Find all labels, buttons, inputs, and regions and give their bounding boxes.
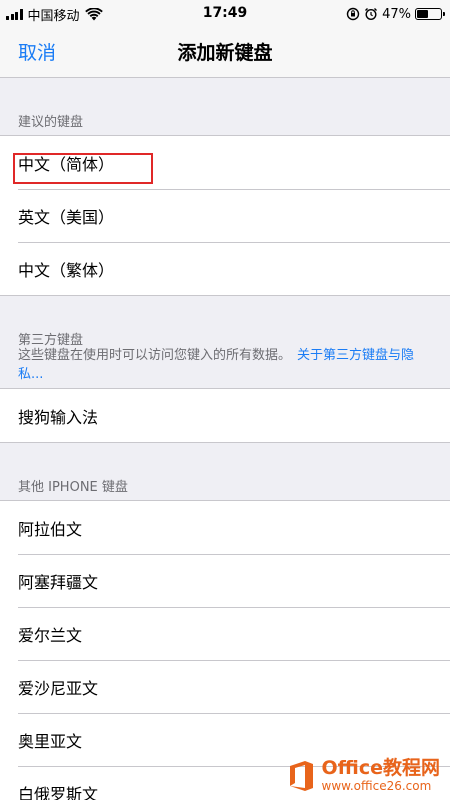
watermark: Office教程网 www.office26.com (286, 757, 441, 793)
cancel-button[interactable]: 取消 (18, 38, 56, 65)
list-third-party: 搜狗输入法 (0, 388, 450, 443)
alarm-icon (365, 8, 378, 21)
section-header-other: 其他 IPHONE 键盘 (18, 480, 128, 495)
third-party-description: 这些键盘在使用时可以访问您键入的所有数据。 关于第三方键盘与隐私... (18, 346, 438, 384)
keyboard-row-irish[interactable]: 爱尔兰文 (0, 607, 450, 660)
keyboard-row-chinese-traditional[interactable]: 中文（繁体） (0, 242, 450, 295)
keyboard-row-estonian[interactable]: 爱沙尼亚文 (0, 660, 450, 713)
battery-fill (417, 10, 428, 18)
status-bar: 中国移动 17:49 47% (0, 0, 450, 28)
keyboard-row-english-us[interactable]: 英文（美国） (0, 189, 450, 242)
orientation-lock-icon (346, 7, 360, 21)
battery-percent: 47% (382, 6, 411, 22)
nav-bar: 取消 添加新键盘 (0, 28, 450, 78)
screen: 中国移动 17:49 47% 取消 添加新键盘 建议的键盘 中文（简体） 英文（… (0, 0, 450, 800)
page-title: 添加新键盘 (177, 42, 273, 64)
list-suggested: 中文（简体） 英文（美国） 中文（繁体） (0, 135, 450, 296)
third-party-note: 这些键盘在使用时可以访问您键入的所有数据。 (18, 348, 292, 363)
section-header-suggested: 建议的键盘 (18, 115, 84, 130)
status-right: 47% (346, 4, 445, 24)
keyboard-row-sogou[interactable]: 搜狗输入法 (0, 389, 450, 442)
watermark-text: Office教程网 www.office26.com (321, 757, 441, 793)
keyboard-row-azerbaijani[interactable]: 阿塞拜疆文 (0, 554, 450, 607)
office-logo-icon (289, 760, 313, 791)
keyboard-row-arabic[interactable]: 阿拉伯文 (0, 501, 450, 554)
battery-icon (415, 8, 445, 20)
list-other: 阿拉伯文 阿塞拜疆文 爱尔兰文 爱沙尼亚文 奥里亚文 白俄罗斯文 (0, 500, 450, 800)
keyboard-row-chinese-simplified[interactable]: 中文（简体） (0, 136, 450, 189)
watermark-url: www.office26.com (321, 779, 432, 793)
watermark-title: Office教程网 (321, 757, 441, 779)
